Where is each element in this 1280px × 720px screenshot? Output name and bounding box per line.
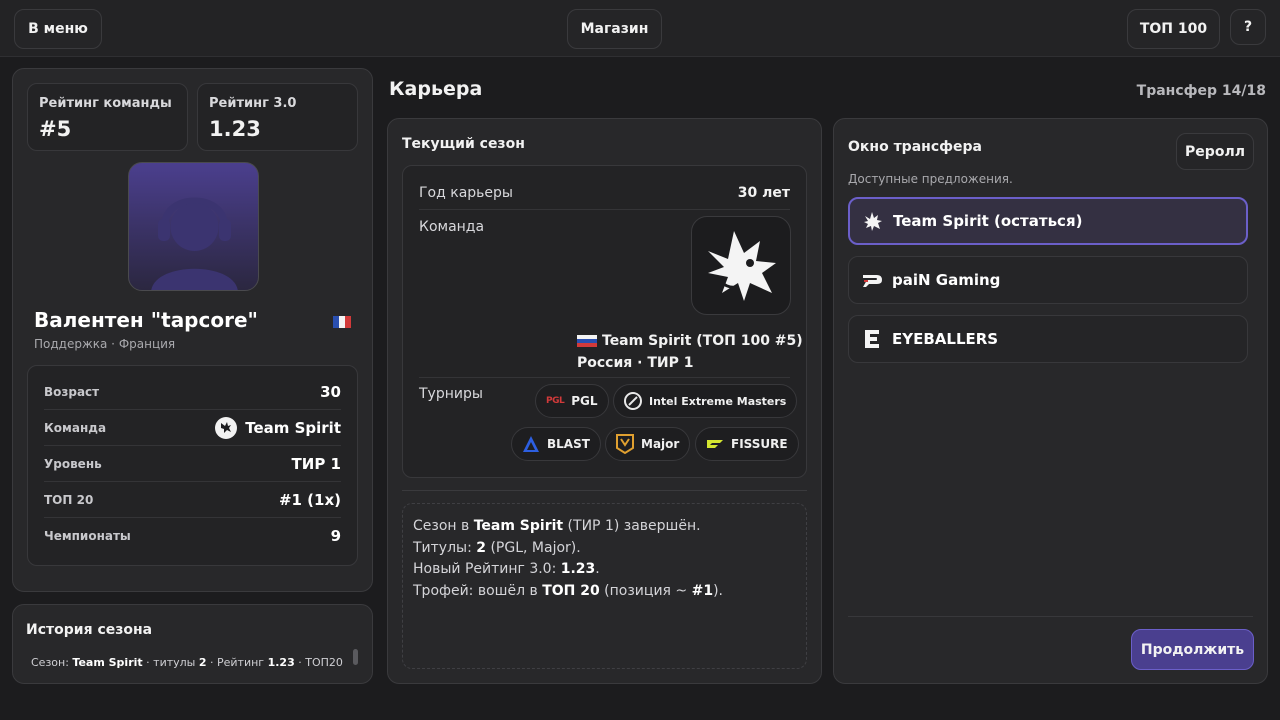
offer-label: EYEBALLERS: [892, 330, 999, 348]
season-history-entry: Сезон: Team Spirit · титулы 2 · Рейтинг …: [31, 656, 343, 669]
history-text: · ТОП20: [294, 656, 343, 669]
stat-value: Team Spirit: [245, 418, 341, 437]
stat-label: Команда: [44, 420, 107, 435]
history-text: Сезон:: [31, 656, 73, 669]
offer-label: paiN Gaming: [892, 271, 1001, 289]
transfer-window-subtitle: Доступные предложения.: [848, 172, 1013, 186]
page-title: Карьера: [389, 78, 483, 100]
tournament-name: PGL: [571, 394, 598, 408]
tournament-name: FISSURE: [731, 437, 788, 451]
team-spirit-logo-icon: [708, 230, 776, 301]
team-rating-label: Рейтинг команды: [39, 96, 172, 111]
season-history-panel: История сезона Сезон: Team Spirit · титу…: [12, 604, 373, 684]
avatar: [128, 162, 259, 291]
history-text: · титулы: [142, 656, 199, 669]
russia-flag-icon: [577, 334, 597, 348]
stat-row-age: Возраст 30: [44, 374, 341, 410]
tournament-chip-major[interactable]: Major: [605, 427, 691, 461]
team-info-line2: Россия · ТИР 1: [577, 355, 694, 371]
tournament-chip-blast[interactable]: BLAST: [511, 427, 601, 461]
player-name: Валентен "tapcore": [34, 308, 258, 332]
stat-value: 9: [330, 527, 341, 545]
rating-value: 1.23: [209, 117, 261, 141]
help-button[interactable]: ?: [1230, 9, 1266, 45]
transfer-counter: Трансфер 14/18: [1136, 83, 1266, 99]
tournaments-label: Турниры: [419, 386, 483, 402]
history-titles: 2: [198, 656, 207, 669]
stat-row-championships: Чемпионаты 9: [44, 518, 341, 554]
stat-value: ТИР 1: [291, 454, 341, 473]
team-rating-value: #5: [39, 117, 72, 141]
team-spirit-logo-icon: [215, 416, 238, 439]
menu-button[interactable]: В меню: [14, 9, 102, 49]
stat-row-top20: ТОП 20 #1 (1x): [44, 482, 341, 518]
stat-label: Чемпионаты: [44, 529, 131, 543]
tournament-chip-pgl[interactable]: PGL PGL: [535, 384, 609, 418]
history-team: Team Spirit: [72, 656, 143, 669]
season-title: Текущий сезон: [402, 136, 525, 152]
scrollbar[interactable]: [353, 649, 358, 665]
season-history-title: История сезона: [26, 622, 153, 638]
summary-line: Трофей: вошёл в ТОП 20 (позиция ~ #1).: [413, 582, 723, 599]
eyeballers-logo-icon: [861, 328, 883, 350]
team-rating-card: Рейтинг команды #5: [27, 83, 188, 151]
stat-label: Возраст: [44, 384, 100, 399]
rating-card: Рейтинг 3.0 1.23: [197, 83, 358, 151]
stat-value: #1 (1x): [278, 490, 341, 509]
team-label: Команда: [419, 219, 485, 235]
blast-logo-icon: [522, 435, 540, 453]
reroll-button[interactable]: Реролл: [1176, 133, 1254, 170]
rating-label: Рейтинг 3.0: [209, 96, 297, 111]
transfer-window-panel: Окно трансфера Доступные предложения. Ре…: [833, 118, 1268, 684]
tournament-chip-fissure[interactable]: FISSURE: [695, 427, 799, 461]
tournament-name: BLAST: [547, 437, 590, 451]
offer-eyeballers[interactable]: EYEBALLERS: [848, 315, 1248, 363]
pgl-logo-icon: PGL: [546, 396, 565, 406]
top-bar: В меню Магазин ТОП 100 ?: [0, 0, 1280, 57]
career-year-value: 30 лет: [737, 185, 790, 201]
summary-line: Титулы: 2 (PGL, Major).: [413, 539, 581, 556]
offer-label: Team Spirit (остаться): [893, 212, 1083, 230]
iem-logo-icon: [624, 392, 642, 410]
current-season-panel: Текущий сезон Год карьеры 30 лет Команда…: [387, 118, 822, 684]
player-silhouette-icon: [151, 197, 238, 290]
stat-row-team: Команда Team Spirit: [44, 410, 341, 446]
stat-row-tier: Уровень ТИР 1: [44, 446, 341, 482]
summary-line: Сезон в Team Spirit (ТИР 1) завершён.: [413, 518, 701, 534]
stat-value: 30: [320, 382, 341, 401]
team-spirit-logo-icon: [862, 210, 884, 232]
stat-label: Уровень: [44, 456, 102, 471]
stat-label: ТОП 20: [44, 492, 94, 507]
history-text: · Рейтинг: [206, 656, 268, 669]
season-summary: Сезон в Team Spirit (ТИР 1) завершён. Ти…: [402, 503, 807, 669]
player-panel: Рейтинг команды #5 Рейтинг 3.0 1.23 Вале…: [12, 68, 373, 592]
career-year-label: Год карьеры: [419, 185, 513, 201]
season-info-card: Год карьеры 30 лет Команда Team Spirit (…: [402, 165, 807, 478]
team-logo: [691, 216, 791, 315]
transfer-window-title: Окно трансфера: [848, 139, 982, 155]
continue-button[interactable]: Продолжить: [1131, 629, 1254, 670]
history-rating: 1.23: [267, 656, 295, 669]
divider: [419, 377, 790, 378]
stat-value-team: Team Spirit: [215, 416, 341, 439]
summary-line: Новый Рейтинг 3.0: 1.23.: [413, 561, 600, 577]
major-logo-icon: [616, 434, 634, 454]
pain-gaming-logo-icon: [861, 269, 883, 291]
player-stats-card: Возраст 30 Команда Team Spirit Уровень Т…: [27, 365, 358, 566]
france-flag-icon: [333, 316, 351, 328]
tournament-chip-iem[interactable]: Intel Extreme Masters: [613, 384, 798, 418]
divider: [402, 490, 807, 491]
tournament-name: Intel Extreme Masters: [649, 394, 787, 408]
offer-pain-gaming[interactable]: paiN Gaming: [848, 256, 1248, 304]
team-info-line1: Team Spirit (ТОП 100 #5): [602, 333, 803, 349]
player-subtitle: Поддержка · Франция: [34, 337, 176, 351]
divider: [848, 616, 1253, 617]
divider: [419, 209, 790, 210]
top100-button[interactable]: ТОП 100: [1127, 9, 1220, 49]
tournament-name: Major: [641, 437, 680, 451]
team-info: Team Spirit (ТОП 100 #5) Россия · ТИР 1: [577, 330, 803, 374]
fissure-logo-icon: [706, 437, 724, 451]
shop-button[interactable]: Магазин: [567, 9, 662, 49]
offer-team-spirit[interactable]: Team Spirit (остаться): [848, 197, 1248, 245]
